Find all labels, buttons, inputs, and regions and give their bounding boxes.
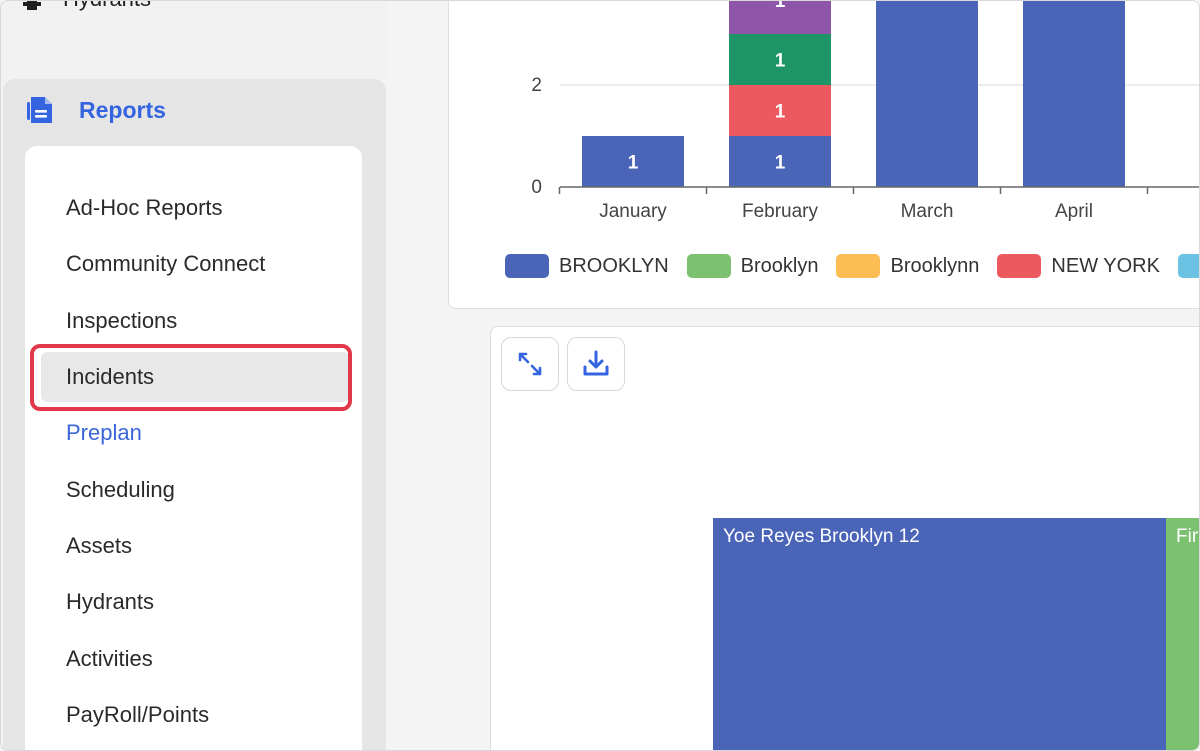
submenu-item-label: Hydrants	[66, 589, 155, 615]
legend-label: BROOKLYN	[559, 254, 669, 277]
submenu-item-label: Incidents	[66, 364, 155, 390]
submenu-item-assets[interactable]: Assets	[25, 518, 362, 574]
download-button[interactable]	[567, 337, 625, 391]
submenu-item-label: Ad-Hoc Reports	[66, 195, 223, 221]
x-tick-label: March	[901, 201, 954, 222]
hydrant-icon	[23, 1, 41, 10]
submenu-item-incidents[interactable]: Incidents	[25, 349, 362, 405]
chart-legend: BROOKLYN Brooklyn Brooklynn NEW YORK	[505, 254, 1199, 278]
x-tick-label: January	[599, 201, 667, 222]
y-tick-label: 0	[531, 177, 542, 198]
submenu-item-preplan[interactable]: Preplan	[25, 405, 362, 461]
treemap-tile-label: Fir	[1176, 526, 1199, 547]
bar-data-label: 1	[775, 0, 786, 12]
sidebar-item-hydrants[interactable]: Hydrants	[23, 1, 151, 12]
reports-submenu-list: Ad-Hoc Reports Community Connect Inspectio…	[25, 180, 362, 743]
legend-swatch	[505, 254, 549, 278]
treemap-tile[interactable]: Yoe Reyes Brooklyn 12	[713, 518, 1166, 750]
legend-item[interactable]: Brooklynn	[836, 254, 979, 278]
main-content: 021January1111February5March6April BROOK…	[386, 0, 1199, 750]
submenu-item-inspections[interactable]: Inspections	[25, 293, 362, 349]
submenu-item-community-connect[interactable]: Community Connect	[25, 236, 362, 292]
sidebar-item-label: Hydrants	[63, 1, 151, 12]
expand-arrows-icon	[518, 352, 542, 376]
bar-segment	[876, 1, 978, 187]
legend-item[interactable]: Brooklyn	[686, 254, 819, 278]
legend-item[interactable]	[1177, 254, 1199, 278]
x-tick-label: February	[742, 201, 819, 222]
bar-chart-card: 021January1111February5March6April BROOK…	[448, 0, 1199, 309]
x-tick-label: April	[1055, 201, 1093, 222]
legend-item[interactable]: BROOKLYN	[505, 254, 669, 278]
reports-group: Reports Ad-Hoc Reports Community Connect I…	[3, 79, 386, 750]
submenu-item-label: Community Connect	[66, 251, 266, 277]
download-icon	[583, 350, 609, 376]
reports-label: Reports	[79, 96, 166, 123]
legend-swatch	[997, 254, 1042, 278]
submenu-item-label: Scheduling	[66, 476, 175, 502]
submenu-item-scheduling[interactable]: Scheduling	[25, 461, 362, 517]
reports-submenu: Ad-Hoc Reports Community Connect Inspectio…	[25, 146, 362, 750]
submenu-item-ad-hoc-reports[interactable]: Ad-Hoc Reports	[25, 180, 362, 236]
document-icon	[27, 97, 52, 123]
treemap-tile-label: Yoe Reyes Brooklyn 12	[723, 526, 920, 547]
treemap-card: Yoe Reyes Brooklyn 12 Fir	[490, 326, 1199, 750]
bar-data-label: 1	[628, 153, 639, 174]
submenu-item-hydrants[interactable]: Hydrants	[25, 574, 362, 630]
submenu-item-label: Preplan	[66, 420, 142, 446]
bar-data-label: 1	[775, 102, 786, 123]
submenu-item-label: Assets	[66, 532, 133, 558]
legend-swatch	[1177, 254, 1199, 278]
legend-label: Brooklynn	[890, 254, 980, 277]
expand-button[interactable]	[501, 337, 559, 391]
legend-swatch	[686, 254, 731, 278]
submenu-item-label: Inspections	[66, 307, 178, 333]
bar-data-label: 1	[775, 153, 786, 174]
legend-label: NEW YORK	[1051, 254, 1160, 277]
legend-swatch	[836, 254, 881, 278]
sidebar: Hydrants Reports Ad-Hoc Reports Community…	[1, 1, 386, 750]
app-window: Hydrants Reports Ad-Hoc Reports Community…	[0, 0, 1200, 751]
legend-item[interactable]: NEW YORK	[997, 254, 1160, 278]
treemap-tile[interactable]: Fir	[1166, 518, 1199, 750]
y-tick-label: 2	[531, 75, 542, 96]
bar-segment	[1023, 1, 1125, 187]
sidebar-item-reports[interactable]: Reports	[25, 93, 166, 127]
submenu-item-payroll-points[interactable]: PayRoll/Points	[25, 687, 362, 743]
submenu-item-activities[interactable]: Activities	[25, 630, 362, 686]
submenu-item-label: Activities	[66, 645, 153, 671]
submenu-item-label: PayRoll/Points	[66, 701, 210, 727]
bar-data-label: 1	[775, 51, 786, 72]
legend-label: Brooklyn	[740, 254, 819, 277]
